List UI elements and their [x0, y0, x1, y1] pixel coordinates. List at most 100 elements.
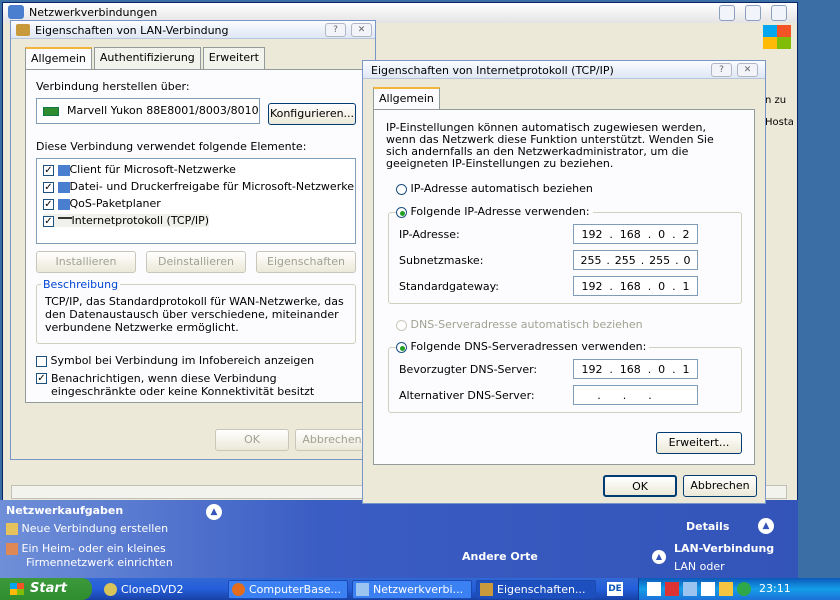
- description-text: TCP/IP, das Standardprotokoll für WAN-Ne…: [45, 295, 344, 334]
- lan-cancel-button[interactable]: Abbrechen: [295, 429, 369, 451]
- tcpip-general-panel: IP-Einstellungen können automatisch zuge…: [373, 109, 755, 465]
- lan-tabs: Allgemein Authentifizierung Erweitert: [25, 47, 267, 70]
- alternate-dns-label: Alternativer DNS-Server:: [399, 389, 535, 402]
- list-item-file-sharing[interactable]: ✓ Datei- und Druckerfreigabe für Microso…: [43, 180, 354, 193]
- tcpip-ok-button[interactable]: OK: [603, 475, 677, 497]
- network-card-icon: [43, 107, 59, 116]
- tab-authentication[interactable]: Authentifizierung: [93, 47, 201, 70]
- radio-on-icon[interactable]: [396, 341, 407, 353]
- lan-icon: [480, 583, 493, 596]
- qos-icon: [57, 198, 70, 210]
- windows-flag-icon: [10, 583, 24, 595]
- task-home-network-line2[interactable]: Firmennetzwerk einrichten: [26, 556, 173, 569]
- properties-button[interactable]: Eigenschaften: [256, 251, 356, 273]
- tray-icon-option[interactable]: Symbol bei Verbindung im Infobereich anz…: [36, 354, 314, 367]
- checkbox-unchecked-icon[interactable]: [36, 355, 47, 367]
- list-item-qos[interactable]: ✓ QoS-Paketplaner: [43, 197, 161, 210]
- checkbox-checked-icon[interactable]: ✓: [36, 373, 47, 384]
- protocol-icon: [57, 216, 72, 226]
- list-item-client[interactable]: ✓ Client für Microsoft-Netzwerke: [43, 163, 236, 176]
- tab-general[interactable]: Allgemein: [373, 87, 440, 110]
- radio-disabled-icon[interactable]: [396, 319, 407, 331]
- lan-ok-button[interactable]: OK: [215, 429, 289, 451]
- lan-properties-dialog: Eigenschaften von LAN-Verbindung ? ✕ All…: [10, 20, 376, 460]
- adapter-name: Marvell Yukon 88E8001/8003/8010: [67, 104, 259, 117]
- taskbar-item-computerbase[interactable]: ComputerBase...: [228, 580, 348, 599]
- taskbar-item-properties[interactable]: Eigenschaften...: [476, 580, 596, 599]
- tray-icon[interactable]: [701, 582, 715, 596]
- advanced-button[interactable]: Erweitert...: [656, 432, 742, 454]
- list-item-tcpip[interactable]: ✓ Internetprotokoll (TCP/IP): [43, 214, 210, 227]
- start-button[interactable]: Start: [0, 578, 92, 600]
- maximize-button[interactable]: [745, 5, 761, 21]
- close-button[interactable]: [771, 5, 787, 21]
- auto-dns-option[interactable]: DNS-Serveradresse automatisch beziehen: [396, 318, 643, 331]
- notify-option[interactable]: ✓ Benachrichtigen, wenn diese Verbindung …: [36, 372, 358, 398]
- info-text: IP-Einstellungen können automatisch zuge…: [386, 121, 714, 170]
- manual-dns-option[interactable]: Folgende DNS-Serveradressen verwenden:: [396, 340, 650, 353]
- details-title: Details: [686, 520, 730, 533]
- new-connection-icon: [6, 523, 18, 535]
- help-button[interactable]: ?: [325, 23, 346, 37]
- subnet-label: Subnetzmaske:: [399, 254, 484, 267]
- tasks-title: Netzwerkaufgaben: [6, 504, 124, 517]
- checkbox-checked-icon[interactable]: ✓: [43, 215, 54, 227]
- task-new-connection[interactable]: Neue Verbindung erstellen: [6, 522, 168, 535]
- help-button[interactable]: ?: [711, 63, 732, 77]
- radio-off-icon[interactable]: [396, 183, 407, 195]
- window-title: Netzwerkverbindungen: [29, 6, 158, 19]
- lan-icon: [16, 24, 30, 36]
- subnet-mask-field[interactable]: 255. 255. 255. 0: [573, 250, 698, 270]
- details-collapse-icon[interactable]: ▲: [758, 518, 774, 534]
- tray-icon[interactable]: [647, 582, 661, 596]
- taskbar-item-network[interactable]: Netzwerkverbi...: [352, 580, 472, 599]
- gateway-field[interactable]: 192. 168. 0. 1: [573, 276, 698, 296]
- tab-general[interactable]: Allgemein: [25, 47, 92, 70]
- tab-advanced[interactable]: Erweitert: [202, 47, 265, 70]
- details-sub: LAN oder: [674, 560, 725, 573]
- taskbar-item-clonedvd[interactable]: CloneDVD2: [100, 580, 218, 599]
- elements-list[interactable]: ✓ Client für Microsoft-Netzwerke ✓ Datei…: [36, 158, 356, 244]
- checkbox-checked-icon[interactable]: ✓: [43, 164, 54, 176]
- tcpip-cancel-button[interactable]: Abbrechen: [683, 475, 757, 497]
- configure-button[interactable]: Konfigurieren...: [268, 103, 356, 125]
- minimize-button[interactable]: [719, 5, 735, 21]
- tray-icon[interactable]: [719, 582, 733, 596]
- elements-label: Diese Verbindung verwendet folgende Elem…: [36, 140, 307, 153]
- lan-dialog-titlebar: Eigenschaften von LAN-Verbindung ? ✕: [11, 21, 375, 39]
- checkbox-checked-icon[interactable]: ✓: [43, 181, 54, 193]
- tcpip-dialog-titlebar: Eigenschaften von Internetprotokoll (TCP…: [363, 61, 765, 79]
- task-home-network[interactable]: Ein Heim- oder ein kleines: [6, 542, 166, 555]
- preferred-dns-field[interactable]: 192. 168. 0. 1: [573, 359, 698, 379]
- tray-icon[interactable]: [683, 582, 697, 596]
- network-icon: [8, 5, 24, 19]
- ip-label: IP-Adresse:: [399, 228, 460, 241]
- description-group: Beschreibung TCP/IP, das Standardprotoko…: [36, 278, 356, 344]
- tray-icon[interactable]: [737, 582, 751, 596]
- checkbox-checked-icon[interactable]: ✓: [43, 198, 54, 210]
- taskbar: Start CloneDVD2 ComputerBase... Netzwerk…: [0, 578, 840, 600]
- adapter-field: Marvell Yukon 88E8001/8003/8010: [36, 98, 260, 124]
- gateway-label: Standardgateway:: [399, 280, 499, 293]
- description-title: Beschreibung: [41, 278, 121, 291]
- install-button[interactable]: Installieren: [36, 251, 136, 273]
- tcpip-properties-dialog: Eigenschaften von Internetprotokoll (TCP…: [362, 60, 766, 504]
- clock[interactable]: 23:11: [759, 582, 791, 595]
- details-item: LAN-Verbindung: [674, 542, 775, 555]
- lan-general-panel: Verbindung herstellen über: Marvell Yuko…: [25, 69, 365, 403]
- collapse-icon[interactable]: ▲: [206, 504, 222, 520]
- close-button[interactable]: ✕: [351, 23, 372, 37]
- preferred-dns-label: Bevorzugter DNS-Server:: [399, 363, 538, 376]
- close-button[interactable]: ✕: [737, 63, 758, 77]
- sharing-icon: [57, 181, 70, 193]
- ip-address-field[interactable]: 192. 168. 0. 2: [573, 224, 698, 244]
- manual-ip-option[interactable]: Folgende IP-Adresse verwenden:: [396, 205, 593, 218]
- uninstall-button[interactable]: Deinstallieren: [146, 251, 246, 273]
- tray-icon[interactable]: [665, 582, 679, 596]
- alternate-dns-field[interactable]: ...: [573, 385, 698, 405]
- expand-icon[interactable]: ▲: [652, 550, 666, 564]
- radio-on-icon[interactable]: [396, 206, 407, 218]
- auto-ip-option[interactable]: IP-Adresse automatisch beziehen: [396, 182, 593, 195]
- language-indicator[interactable]: DE: [607, 582, 623, 596]
- system-tray: 23:11: [638, 578, 840, 600]
